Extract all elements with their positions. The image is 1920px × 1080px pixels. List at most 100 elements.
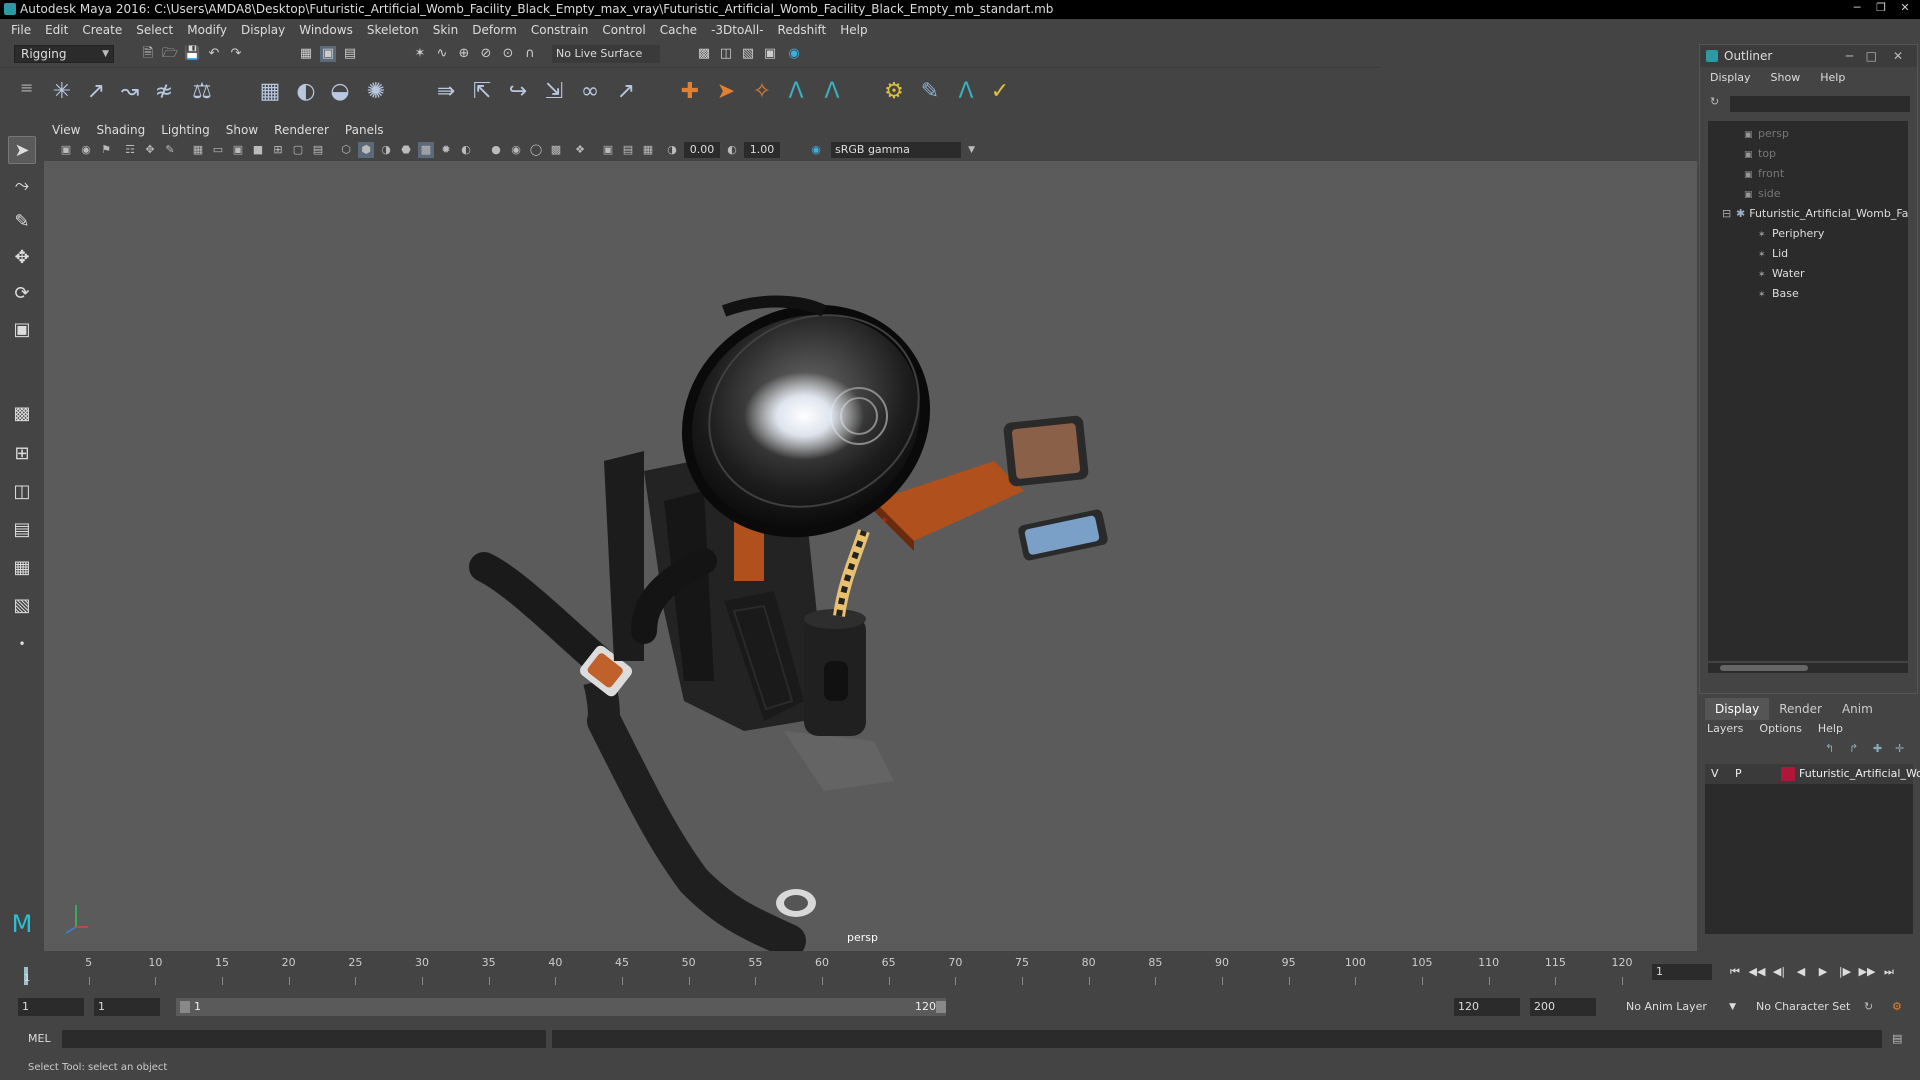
hik-icon[interactable]: Λ xyxy=(782,78,810,106)
select-object-icon[interactable]: ▣ xyxy=(320,46,336,62)
exposure-field[interactable]: 0.00 xyxy=(684,142,720,158)
lasso-tool-icon[interactable]: ⤳ xyxy=(8,172,36,200)
gamma-field[interactable]: 1.00 xyxy=(744,142,780,158)
multisample-aa-icon[interactable]: ◯ xyxy=(528,142,544,158)
menu-windows[interactable]: Windows xyxy=(292,23,360,37)
snap-grid-icon[interactable]: ✶ xyxy=(412,46,428,62)
wire-deformer-icon[interactable]: ✎ xyxy=(916,78,944,106)
outliner-item[interactable]: ✶ Periphery xyxy=(1758,225,1824,243)
outliner-scrollbar[interactable] xyxy=(1708,663,1908,673)
perspective-viewport[interactable]: + persp xyxy=(44,161,1697,951)
snap-point-icon[interactable]: ⊕ xyxy=(456,46,472,62)
playback-end-field[interactable]: 120 xyxy=(1454,998,1520,1016)
layer-row[interactable]: V P Futuristic_Artificial_Womb xyxy=(1705,764,1920,784)
playback-start-field[interactable]: 1 xyxy=(94,998,160,1016)
menu-skeleton[interactable]: Skeleton xyxy=(360,23,426,37)
panel-menu-renderer[interactable]: Renderer xyxy=(266,123,337,137)
outliner-menu-show[interactable]: Show xyxy=(1761,71,1811,84)
insert-joint-icon[interactable]: ⚖ xyxy=(188,78,216,106)
playback-range-bar[interactable]: 1 120 xyxy=(176,998,946,1016)
xray-components-icon[interactable]: ▦ xyxy=(640,142,656,158)
outliner-graph-layout-icon[interactable]: ▧ xyxy=(8,592,36,620)
four-view-layout-icon[interactable]: ⊞ xyxy=(8,440,36,468)
quick-rig-icon[interactable]: Λ xyxy=(952,78,980,106)
rotate-tool-icon[interactable]: ⟳ xyxy=(8,280,36,308)
preferences-icon[interactable]: ⚙ xyxy=(1892,1000,1902,1013)
safe-title-icon[interactable]: ▤ xyxy=(310,142,326,158)
snap-curve-icon[interactable]: ∿ xyxy=(434,46,450,62)
new-layer-icon[interactable]: ✚ xyxy=(1873,742,1882,755)
render-settings-icon[interactable]: ▩ xyxy=(696,46,712,62)
live-surface-field[interactable]: No Live Surface xyxy=(552,45,660,63)
menu-constrain[interactable]: Constrain xyxy=(524,23,596,37)
use-all-lights-icon[interactable]: ✹ xyxy=(438,142,454,158)
save-scene-icon[interactable]: 💾 xyxy=(184,46,200,62)
menu-help[interactable]: Help xyxy=(833,23,874,37)
outliner-menu-help[interactable]: Help xyxy=(1810,71,1855,84)
snap-surface-icon[interactable]: ⊙ xyxy=(500,46,516,62)
isolate-select-icon[interactable]: ❖ xyxy=(572,142,588,158)
view-transform-dropdown[interactable]: sRGB gamma ▼ xyxy=(831,142,975,158)
layer-menu-layers[interactable]: Layers xyxy=(1699,722,1751,735)
step-back-frame-icon[interactable]: ◀◀ xyxy=(1748,964,1766,980)
menu-edit[interactable]: Edit xyxy=(38,23,75,37)
outliner-menu-display[interactable]: Display xyxy=(1700,71,1761,84)
move-layer-down-icon[interactable]: ↱ xyxy=(1849,742,1858,755)
single-perspective-layout-icon[interactable]: ▩ xyxy=(8,400,36,428)
redshift-render-icon[interactable]: ◉ xyxy=(786,46,802,62)
menu-display[interactable]: Display xyxy=(234,23,292,37)
gate-mask-icon[interactable]: ■ xyxy=(250,142,266,158)
constrain-aim-icon[interactable]: ∞ xyxy=(576,78,604,106)
menu-select[interactable]: Select xyxy=(129,23,180,37)
move-tool-icon[interactable]: ✥ xyxy=(8,244,36,272)
color-management-icon[interactable]: ◉ xyxy=(808,142,824,158)
handle-icon[interactable]: ➤ xyxy=(712,78,740,106)
more-layouts-icon[interactable]: • xyxy=(8,630,36,658)
anim-layer-dropdown[interactable]: No Anim Layer ▼ xyxy=(1620,998,1740,1016)
outliner-item[interactable]: ▣ top xyxy=(1744,145,1776,163)
play-forwards-icon[interactable]: ▶ xyxy=(1814,964,1832,980)
render-frame-icon[interactable]: ◫ xyxy=(718,46,734,62)
time-slider[interactable]: 5 10 15 20 25 30 35 40 45 50 55 60 65 70 75 80 85 90 95 100… xyxy=(22,953,1642,987)
go-to-start-icon[interactable]: ⏮ xyxy=(1726,964,1744,980)
gamma-icon[interactable]: ◐ xyxy=(724,142,740,158)
lattice-icon[interactable]: ◒ xyxy=(326,78,354,106)
ipr-render-icon[interactable]: ▧ xyxy=(740,46,756,62)
magnet-icon[interactable]: ∩ xyxy=(522,46,538,62)
outliner-item[interactable]: ✶ Lid xyxy=(1758,245,1788,263)
safe-action-icon[interactable]: ▢ xyxy=(290,142,306,158)
use-default-material-icon[interactable]: ◑ xyxy=(378,142,394,158)
layer-visibility-toggle[interactable]: V xyxy=(1711,764,1719,784)
new-scene-icon[interactable]: 🗎 xyxy=(140,46,156,62)
hik-character-icon[interactable]: Λ xyxy=(818,78,846,106)
step-forward-frame-icon[interactable]: ▶▶ xyxy=(1858,964,1876,980)
tab-render[interactable]: Render xyxy=(1769,698,1832,720)
menu-set-dropdown[interactable]: Rigging ▼ xyxy=(14,45,114,63)
constrain-scale-icon[interactable]: ⇲ xyxy=(540,78,568,106)
minimize-icon[interactable]: ─ xyxy=(1846,45,1853,67)
script-language-label[interactable]: MEL xyxy=(28,1032,51,1045)
minimize-icon[interactable]: ─ xyxy=(1846,0,1868,16)
ik-handle-icon[interactable]: ↗ xyxy=(82,78,110,106)
xray-icon[interactable]: ▣ xyxy=(600,142,616,158)
outliner-item[interactable]: ▣ side xyxy=(1744,185,1781,203)
menu-file[interactable]: File xyxy=(4,23,38,37)
anim-start-field[interactable]: 1 xyxy=(18,998,84,1016)
outliner-search-input[interactable] xyxy=(1730,96,1910,112)
layer-playback-toggle[interactable]: P xyxy=(1735,764,1742,784)
render-view-icon[interactable]: ▣ xyxy=(762,46,778,62)
menu-3dtoall[interactable]: -3DtoAll- xyxy=(704,23,770,37)
exposure-icon[interactable]: ◑ xyxy=(664,142,680,158)
paint-select-icon[interactable]: ✎ xyxy=(8,208,36,236)
menu-create[interactable]: Create xyxy=(75,23,129,37)
outliner-item[interactable]: ▣ persp xyxy=(1744,125,1789,143)
maximize-icon[interactable]: □ xyxy=(1866,45,1877,67)
field-chart-icon[interactable]: ⊞ xyxy=(270,142,286,158)
open-scene-icon[interactable]: 🗁 xyxy=(162,46,178,62)
select-hierarchy-icon[interactable]: ▦ xyxy=(298,46,314,62)
range-start-handle[interactable] xyxy=(180,1001,190,1013)
snap-view-icon[interactable]: ⊘ xyxy=(478,46,494,62)
command-input[interactable] xyxy=(62,1030,546,1048)
bind-skin-icon[interactable]: ▦ xyxy=(256,78,284,106)
image-plane-icon[interactable]: ☶ xyxy=(122,142,138,158)
